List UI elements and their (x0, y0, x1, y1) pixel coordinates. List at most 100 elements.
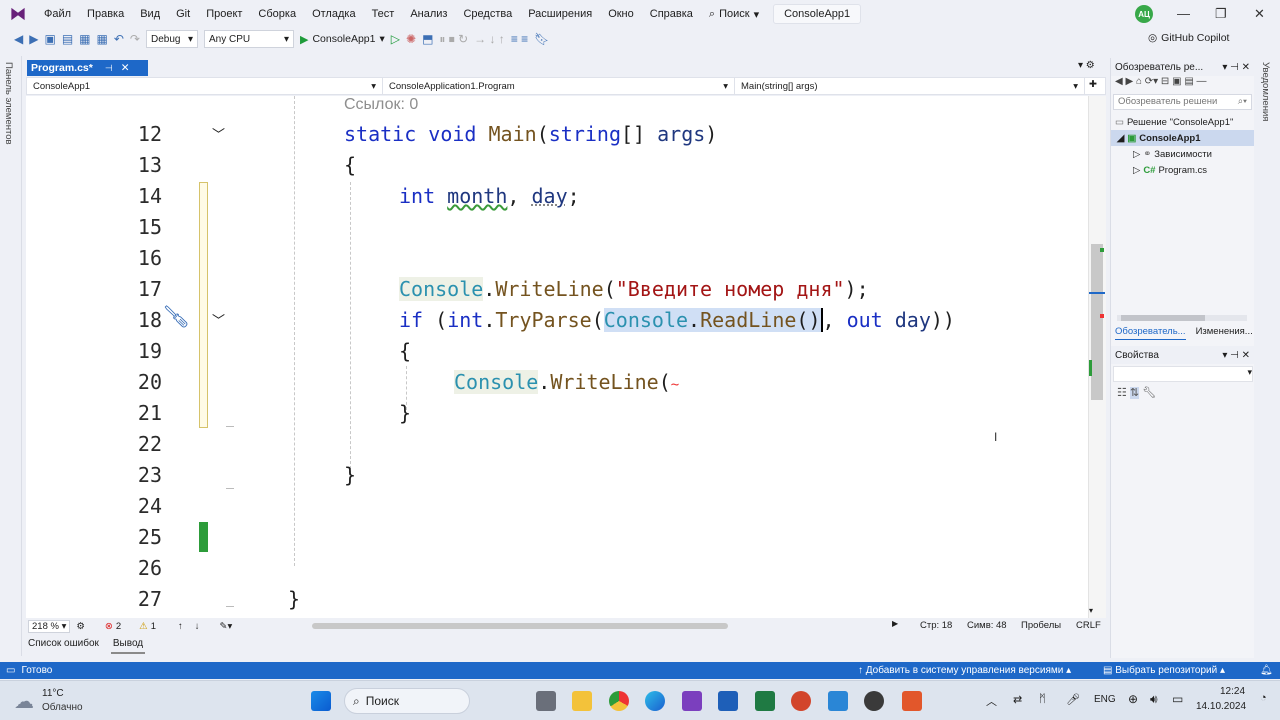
error-icon[interactable]: ⊗ (105, 621, 113, 632)
scrollbar-thumb[interactable] (1091, 244, 1103, 400)
menu-project[interactable]: Проект (198, 8, 250, 20)
tab-program-cs[interactable]: Program.cs* ⊣ ✕ (27, 60, 148, 76)
word-icon[interactable] (718, 691, 738, 711)
codelens-references[interactable]: Ссылок: 0 (344, 96, 418, 114)
github-copilot-button[interactable]: ◎ GitHub Copilot (1148, 32, 1229, 44)
menu-help[interactable]: Справка (642, 8, 701, 20)
panel-controls-icon[interactable]: ▾ ⊣ ✕ (1222, 62, 1250, 73)
step-icon[interactable]: ⏸ ⏹ ↻ (439, 32, 468, 47)
menu-build[interactable]: Сборка (250, 8, 304, 20)
clock-date[interactable]: 14.10.2024 (1196, 701, 1246, 712)
redo-icon[interactable]: ↷ (130, 32, 140, 46)
back-icon[interactable]: ◀ (14, 32, 23, 46)
toolbox-tab[interactable]: Панель элементов (3, 62, 14, 145)
avatar[interactable]: АЦ (1135, 5, 1153, 23)
menu-file[interactable]: Файл (36, 8, 79, 20)
menu-tools[interactable]: Средства (455, 8, 520, 20)
edge-icon[interactable] (645, 691, 665, 711)
nav-down-icon[interactable]: ↓ (195, 621, 200, 632)
powerpoint-icon[interactable] (791, 691, 811, 711)
new-project-icon[interactable]: ▣ (44, 32, 55, 46)
collapse-icon[interactable]: ﹀ (212, 124, 225, 143)
notepad-icon[interactable] (828, 691, 848, 711)
tab-error-list[interactable]: Список ошибок (26, 638, 101, 654)
tab-solution-explorer[interactable]: Обозреватель... (1115, 326, 1186, 340)
intellicode-icon[interactable]: ⚙ (76, 621, 85, 632)
microphone-icon[interactable]: 🎤︎ (1066, 693, 1080, 706)
menu-edit[interactable]: Правка (79, 8, 132, 20)
start-debugging-button[interactable]: ▶ ConsoleApp1 ▾ (300, 33, 385, 46)
panel-controls-icon[interactable]: ▾ ⊣ ✕ (1222, 350, 1250, 361)
screen-recorder-icon[interactable] (902, 691, 922, 711)
tree-dependencies[interactable]: ▷ ⚭ Зависимости (1111, 146, 1254, 162)
quick-actions-screwdriver-icon[interactable]: 🪛︎ (162, 304, 190, 330)
split-icon[interactable]: ✚ (1085, 78, 1101, 94)
tab-git-changes[interactable]: Изменения... (1196, 326, 1253, 340)
scrollbar-thumb[interactable] (1121, 315, 1205, 321)
language-indicator[interactable]: ENG (1094, 694, 1116, 705)
weather-condition[interactable]: Облачно (42, 702, 83, 713)
menu-window[interactable]: Окно (600, 8, 642, 20)
platform-select[interactable]: Any CPU ▾ (203, 30, 294, 48)
notifications-icon[interactable]: ◔ (1260, 692, 1267, 704)
close-window-icon[interactable]: ✕ (1254, 6, 1265, 22)
windows-start-icon[interactable] (311, 691, 331, 711)
solution-search-input[interactable]: Обозреватель решени ⌕▾ (1113, 94, 1252, 110)
member-dropdown[interactable]: Main(string[] args) ▾ (735, 78, 1085, 94)
visual-studio-logo-icon[interactable]: ⧓ (0, 4, 36, 24)
configuration-select[interactable]: Debug ▾ (145, 30, 198, 48)
taskbar-search[interactable]: ⌕ Поиск (344, 688, 470, 714)
close-tab-icon[interactable]: ✕ (121, 62, 130, 74)
app-icon[interactable] (864, 691, 884, 711)
select-repository-button[interactable]: ▤ Выбрать репозиторий ▴ (1103, 665, 1225, 676)
line-indicator[interactable]: Стр: 18 (920, 620, 952, 631)
save-all-icon[interactable]: ▦ (97, 32, 108, 46)
notification-bell-icon[interactable]: 🔔︎ (1260, 665, 1273, 676)
tray-app-icon[interactable]: ⇄ (1013, 693, 1022, 706)
horizontal-scrollbar-thumb[interactable] (312, 623, 728, 629)
line-ending-indicator[interactable]: CRLF (1076, 620, 1101, 631)
minimize-icon[interactable]: — (1177, 6, 1190, 21)
code-editor[interactable]: 12 13 14 15 16 17 18 19 20 21 22 23 24 2… (26, 96, 1106, 618)
horizontal-scrollbar[interactable] (1117, 315, 1247, 321)
bookmark-icon[interactable]: 🔖︎ (534, 32, 549, 46)
tree-project[interactable]: ◢ ▣ ConsoleApp1 (1111, 130, 1254, 146)
menu-analyze[interactable]: Анализ (402, 8, 455, 20)
tree-program-cs[interactable]: ▷ C# Program.cs (1111, 162, 1254, 178)
tray-overflow-icon[interactable]: ︿ (986, 693, 997, 709)
scroll-down-icon[interactable]: ▾ (1089, 606, 1093, 615)
comment-icon[interactable]: ≡ ≡ (511, 32, 528, 46)
pin-icon[interactable]: ⊣ (105, 63, 113, 74)
forward-icon[interactable]: ▶ (29, 32, 38, 46)
save-icon[interactable]: ▦ (79, 32, 90, 46)
step-over-icon[interactable]: → ↓ ↑ (474, 32, 505, 46)
undo-icon[interactable]: ↶ (114, 32, 124, 46)
menu-view[interactable]: Вид (132, 8, 168, 20)
file-explorer-icon[interactable] (572, 691, 592, 711)
solution-explorer-toolbar[interactable]: ◀ ▶ ⌂ ⟳▾ ⊟ ▣ ▤ — (1111, 76, 1254, 90)
error-count[interactable]: 2 (116, 621, 121, 632)
menu-extensions[interactable]: Расширения (520, 8, 600, 20)
excel-icon[interactable] (755, 691, 775, 711)
chrome-icon[interactable] (609, 691, 629, 711)
battery-icon[interactable]: ▭ (1172, 692, 1183, 706)
code-cleanup-icon[interactable]: ✎▾ (219, 621, 232, 632)
collapse-icon[interactable]: ﹀ (212, 310, 225, 329)
scroll-right-icon[interactable]: ▶ (892, 619, 898, 628)
maximize-icon[interactable]: ❐ (1215, 6, 1227, 22)
tab-overflow-icon[interactable]: ▾ ⚙ (1078, 60, 1095, 71)
notifications-tab[interactable]: Уведомления (1260, 62, 1271, 121)
editor-vertical-scrollbar[interactable]: ▾ (1088, 96, 1106, 618)
breakpoint-icon[interactable]: ⬒ (422, 32, 433, 46)
hot-reload-icon[interactable]: ✺ (406, 32, 416, 46)
nav-up-icon[interactable]: ↑ (178, 621, 183, 632)
tab-output[interactable]: Вывод (110, 638, 146, 654)
volume-icon[interactable]: 🔊︎ (1150, 692, 1158, 707)
column-indicator[interactable]: Симв: 48 (967, 620, 1007, 631)
menu-debug[interactable]: Отладка (304, 8, 363, 20)
clock-time[interactable]: 12:24 (1220, 686, 1245, 697)
whitespace-indicator[interactable]: Пробелы (1021, 620, 1061, 631)
menu-git[interactable]: Git (168, 8, 198, 20)
menu-search[interactable]: ⌕ Поиск ▾ (701, 8, 767, 21)
open-icon[interactable]: ▤ (62, 32, 73, 46)
